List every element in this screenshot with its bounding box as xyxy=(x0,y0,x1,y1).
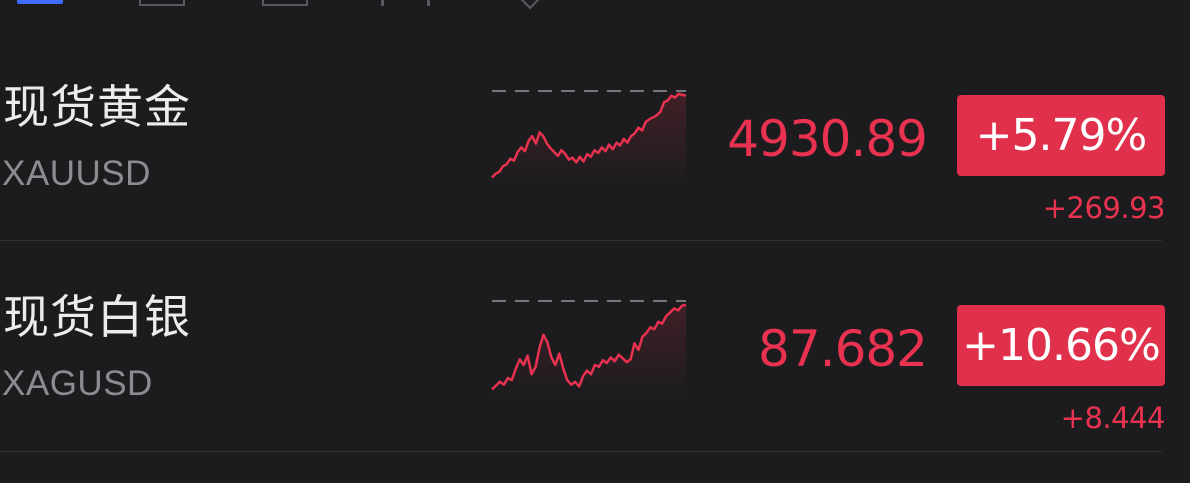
instrument-symbol: XAUUSD xyxy=(2,154,151,193)
tab-icon[interactable] xyxy=(377,0,437,6)
last-price: 4930.89 xyxy=(727,110,928,168)
sparkline-area xyxy=(492,93,686,185)
change-percent-badge[interactable]: +10.66% xyxy=(957,305,1165,386)
tab-bar xyxy=(0,0,1190,10)
tab-icon[interactable] xyxy=(262,0,308,6)
quote-row[interactable]: 现货白银 XAGUSD 87.682 +10.66% +8.444 xyxy=(0,241,1190,451)
row-divider xyxy=(0,451,1162,452)
instrument-name: 现货白银 xyxy=(3,290,191,344)
chevron-down-icon[interactable] xyxy=(517,0,543,10)
sparkline-chart xyxy=(491,90,687,185)
change-percent-badge[interactable]: +5.79% xyxy=(957,95,1165,176)
last-price: 87.682 xyxy=(758,320,928,378)
quote-row[interactable]: 现货黄金 XAUUSD 4930.89 +5.79% +269.93 xyxy=(0,31,1190,241)
change-amount: +269.93 xyxy=(1042,191,1166,225)
selected-tab-indicator[interactable] xyxy=(17,0,63,4)
sparkline-area xyxy=(492,304,686,395)
instrument-symbol: XAGUSD xyxy=(2,364,153,403)
instrument-name: 现货黄金 xyxy=(3,80,191,134)
sparkline-chart xyxy=(491,300,687,395)
tab-icon[interactable] xyxy=(139,0,185,6)
change-amount: +8.444 xyxy=(1060,401,1166,435)
